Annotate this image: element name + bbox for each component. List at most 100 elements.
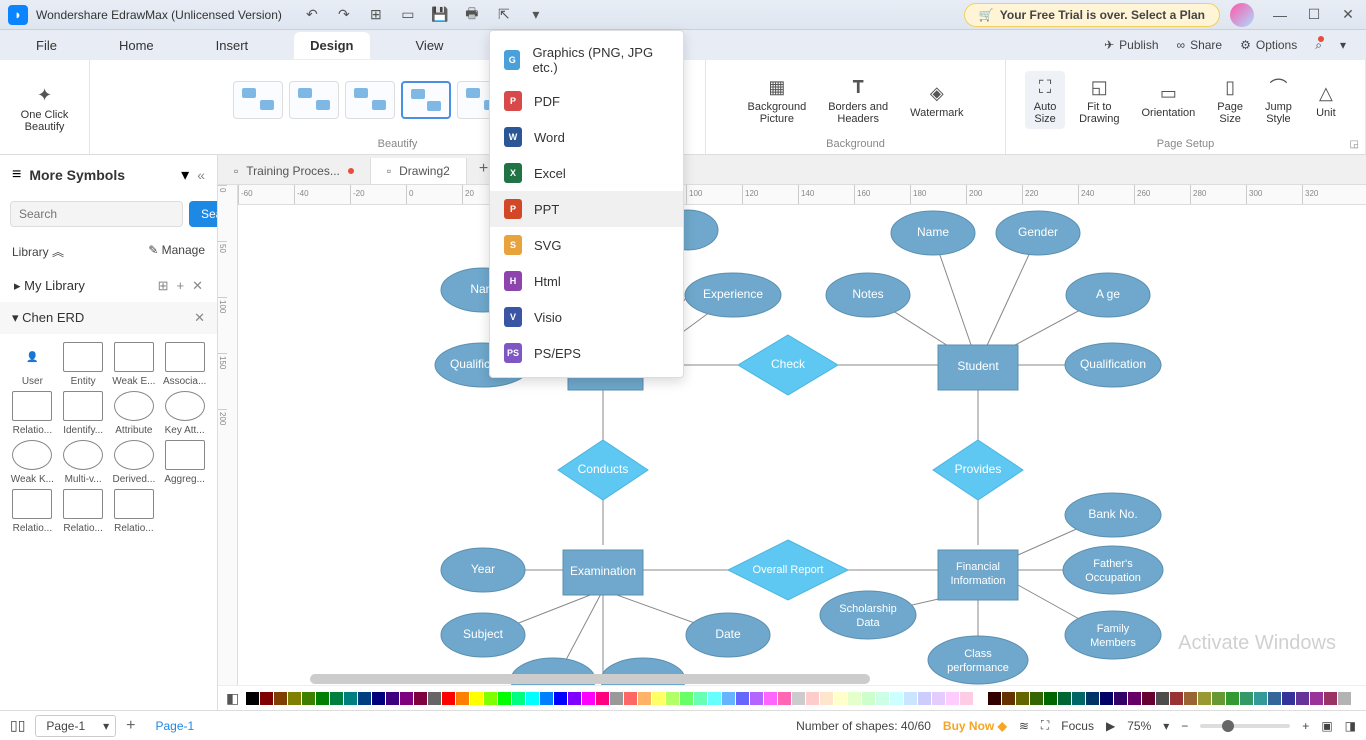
trial-banner[interactable]: 🛒 Your Free Trial is over. Select a Plan: [964, 3, 1220, 27]
color-swatch[interactable]: [512, 692, 525, 705]
color-swatch[interactable]: [1170, 692, 1183, 705]
export-item-visio[interactable]: VVisio: [490, 299, 683, 335]
export-item-pdf[interactable]: PPDF: [490, 83, 683, 119]
color-swatch[interactable]: [974, 692, 987, 705]
color-swatch[interactable]: [1016, 692, 1029, 705]
doc-tab-training[interactable]: ▫ Training Proces...: [218, 158, 371, 184]
menu-design[interactable]: Design: [294, 32, 369, 59]
borders-headers-button[interactable]: 𝐓Borders and Headers: [820, 71, 896, 129]
color-swatch[interactable]: [750, 692, 763, 705]
color-swatch[interactable]: [1282, 692, 1295, 705]
color-swatch[interactable]: [652, 692, 665, 705]
color-swatch[interactable]: [1030, 692, 1043, 705]
color-swatch[interactable]: [1310, 692, 1323, 705]
fit-to-drawing-button[interactable]: ◱Fit to Drawing: [1071, 71, 1127, 129]
zoom-in-button[interactable]: +: [1302, 719, 1309, 733]
my-library-row[interactable]: ▸ My Library ⊞ + ✕: [0, 270, 217, 302]
notifications-button[interactable]: ⌕: [1315, 38, 1322, 53]
play-icon[interactable]: ▶: [1106, 719, 1115, 733]
color-swatch[interactable]: [1128, 692, 1141, 705]
color-swatch[interactable]: [1254, 692, 1267, 705]
close-section-icon[interactable]: ✕: [194, 310, 205, 326]
print-button[interactable]: 🖶: [462, 5, 482, 25]
color-swatch[interactable]: [932, 692, 945, 705]
color-swatch[interactable]: [666, 692, 679, 705]
color-swatch[interactable]: [302, 692, 315, 705]
color-swatch[interactable]: [582, 692, 595, 705]
color-swatch[interactable]: [890, 692, 903, 705]
add-icon[interactable]: +: [177, 278, 185, 294]
shape-aggreg[interactable]: Aggreg...: [160, 440, 209, 485]
color-swatch[interactable]: [442, 692, 455, 705]
minimize-button[interactable]: —: [1270, 5, 1290, 25]
color-swatch[interactable]: [358, 692, 371, 705]
color-swatch[interactable]: [456, 692, 469, 705]
color-swatch[interactable]: [610, 692, 623, 705]
color-swatch[interactable]: [386, 692, 399, 705]
close-icon[interactable]: ✕: [192, 278, 203, 294]
background-picture-button[interactable]: ▦Background Picture: [739, 71, 814, 129]
color-swatch[interactable]: [1044, 692, 1057, 705]
page-tab[interactable]: Page-1: [145, 719, 204, 733]
color-swatch[interactable]: [400, 692, 413, 705]
color-swatch[interactable]: [778, 692, 791, 705]
color-swatch[interactable]: [638, 692, 651, 705]
color-swatch[interactable]: [1338, 692, 1351, 705]
color-swatch[interactable]: [904, 692, 917, 705]
color-swatch[interactable]: [526, 692, 539, 705]
color-swatch[interactable]: [806, 692, 819, 705]
qat-more-button[interactable]: ▾: [526, 5, 546, 25]
library-toggle[interactable]: Library ︽: [12, 243, 64, 260]
shape-relatio[interactable]: Relatio...: [8, 391, 57, 436]
color-swatch[interactable]: [330, 692, 343, 705]
color-swatch[interactable]: [484, 692, 497, 705]
shape-relatio[interactable]: Relatio...: [110, 489, 159, 534]
color-swatch[interactable]: [316, 692, 329, 705]
color-swatch[interactable]: [1324, 692, 1337, 705]
color-swatch[interactable]: [1142, 692, 1155, 705]
shape-attribute[interactable]: Attribute: [110, 391, 159, 436]
fit-page-icon[interactable]: ▣: [1321, 719, 1332, 733]
shape-relatio[interactable]: Relatio...: [8, 489, 57, 534]
color-swatch[interactable]: [624, 692, 637, 705]
color-swatch[interactable]: [246, 692, 259, 705]
doc-tab-drawing2[interactable]: ▫ Drawing2: [371, 158, 467, 184]
color-swatch[interactable]: [694, 692, 707, 705]
share-button[interactable]: ∞Share: [1177, 38, 1223, 52]
pages-icon[interactable]: ▯▯: [10, 717, 25, 734]
shape-weak e[interactable]: Weak E...: [110, 342, 159, 387]
color-swatch[interactable]: [1072, 692, 1085, 705]
export-item-svg[interactable]: SSVG: [490, 227, 683, 263]
color-swatch[interactable]: [1184, 692, 1197, 705]
collapse-sidebar-button[interactable]: «: [197, 167, 205, 183]
shape-derived[interactable]: Derived...: [110, 440, 159, 485]
color-swatch[interactable]: [708, 692, 721, 705]
fullscreen-icon[interactable]: ⛶: [1041, 718, 1049, 733]
auto-size-button[interactable]: ⛶Auto Size: [1025, 71, 1065, 129]
menu-home[interactable]: Home: [103, 32, 170, 59]
horizontal-scrollbar[interactable]: [310, 674, 870, 684]
layers-icon[interactable]: ≋: [1019, 719, 1029, 733]
color-swatch[interactable]: [428, 692, 441, 705]
zoom-slider[interactable]: [1200, 724, 1290, 728]
grid-icon[interactable]: ⊞: [158, 278, 169, 294]
maximize-button[interactable]: ☐: [1304, 5, 1324, 25]
color-swatch[interactable]: [1058, 692, 1071, 705]
theme-thumb-1[interactable]: [233, 81, 283, 119]
color-swatch[interactable]: [876, 692, 889, 705]
one-click-beautify-button[interactable]: ✦ One Click Beautify: [13, 79, 77, 137]
export-item-word[interactable]: WWord: [490, 119, 683, 155]
export-item-excel[interactable]: XExcel: [490, 155, 683, 191]
color-swatch[interactable]: [1002, 692, 1015, 705]
zoom-out-button[interactable]: −: [1181, 719, 1188, 733]
buy-now-link[interactable]: Buy Now ◆: [943, 719, 1007, 733]
color-swatch[interactable]: [554, 692, 567, 705]
export-item-html[interactable]: HHtml: [490, 263, 683, 299]
menu-chevron-icon[interactable]: ▾: [1340, 38, 1346, 52]
shape-multi-v[interactable]: Multi-v...: [59, 440, 108, 485]
color-swatch[interactable]: [470, 692, 483, 705]
color-swatch[interactable]: [848, 692, 861, 705]
shape-entity[interactable]: Entity: [59, 342, 108, 387]
publish-button[interactable]: ✈Publish: [1104, 38, 1158, 52]
export-button[interactable]: ⇱: [494, 5, 514, 25]
